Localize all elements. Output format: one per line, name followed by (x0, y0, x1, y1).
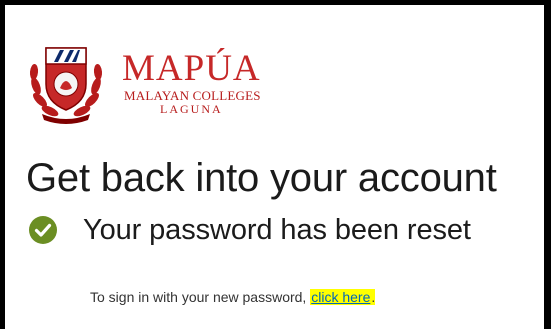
page-container: MAPÚA MALAYAN COLLEGES LAGUNA Get back i… (5, 5, 544, 329)
brand-name: MAPÚA (122, 48, 261, 89)
mapua-logo: MAPÚA MALAYAN COLLEGES LAGUNA (24, 40, 284, 124)
status-message: Your password has been reset (83, 214, 471, 246)
brand-subtitle: MALAYAN COLLEGES (124, 88, 261, 103)
brand-campus: LAGUNA (160, 102, 223, 116)
signin-instructions: To sign in with your new password, click… (90, 288, 376, 306)
status-message-row: Your password has been reset (29, 213, 471, 247)
signin-suffix: . (371, 289, 376, 305)
page-title: Get back into your account (26, 156, 497, 200)
crest-icon (29, 47, 103, 124)
signin-prefix: To sign in with your new password, (90, 289, 307, 305)
click-here-link[interactable]: click here (310, 289, 372, 305)
check-circle-icon (29, 216, 57, 244)
